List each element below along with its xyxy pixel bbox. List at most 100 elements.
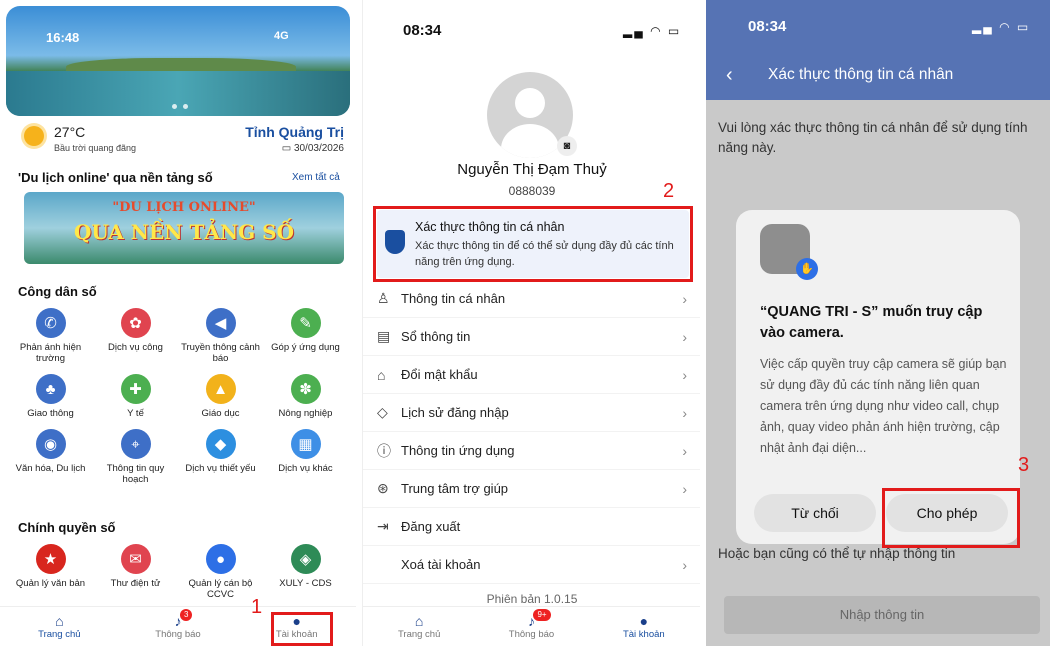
weather-condition: Bầu trời quang đãng (54, 143, 136, 153)
dialog-body: Việc cấp quyền truy cập camera sẽ giúp b… (760, 357, 1007, 455)
banner-line1: "DU LỊCH ONLINE" (112, 200, 256, 215)
service-agriculture[interactable]: ✽ Nông nghiệp (263, 374, 348, 419)
verify-screen: 08:34 ▂▄ ◠ ▭ ‹ Xác thực thông tin cá nhâ… (706, 0, 1050, 646)
back-icon[interactable]: ‹ (726, 64, 733, 87)
service-label: XULY - CDS (279, 578, 332, 589)
menu-item[interactable]: ⌂ Đổi mật khẩu › (363, 356, 700, 394)
book-icon: ▤ (377, 328, 391, 344)
current-date: ▭ 30/03/2026 (281, 143, 344, 154)
service-health[interactable]: ✚ Y tế (93, 374, 178, 419)
chevron-right-icon: › (682, 556, 687, 573)
nav-label: Tài khoản (622, 629, 665, 640)
service-label: Thư điện tử (110, 578, 161, 589)
step-number-1: 1 (251, 596, 263, 618)
service-globe[interactable]: ◉ Văn hóa, Du lịch (8, 429, 93, 485)
service-emblem[interactable]: ★ Quản lý văn bản (8, 544, 93, 600)
service-grid[interactable]: ▦ Dịch vụ khác (263, 429, 348, 485)
menu-item-label: Thông tin cá nhân (401, 291, 506, 306)
feedback-icon: ✆ (35, 308, 66, 338)
megaphone-icon: ◀ (205, 308, 236, 338)
carousel-dots[interactable] (172, 104, 188, 109)
calendar-icon: ▭ (281, 143, 294, 154)
service-graduation[interactable]: ▲ Giáo dục (178, 374, 263, 419)
nav-label: Thông báo (155, 629, 201, 640)
hero-banner[interactable]: 16:48 4G (6, 6, 350, 116)
help-icon: ⊛ (377, 480, 389, 496)
account-icon: ● (639, 613, 649, 629)
weather-widget: 27°C Bầu trời quang đãng Tỉnh Quảng Trị … (24, 124, 344, 156)
chevron-right-icon: › (682, 290, 687, 307)
chevron-right-icon: › (682, 404, 687, 421)
citizen-section-title: Công dân số (18, 284, 97, 299)
banner-line2: QUA NỀN TẢNG SỐ (73, 220, 295, 244)
shield-outline-icon: ◇ (377, 404, 388, 420)
status-time: 08:34 (403, 22, 442, 39)
status-icons: ▂▄ ◠ ▭ (972, 20, 1031, 34)
step-number-2: 2 (663, 180, 675, 202)
menu-item[interactable]: ▤ Sổ thông tin › (363, 318, 700, 356)
service-traffic[interactable]: ♣ Giao thông (8, 374, 93, 419)
menu-item[interactable]: ⓘ Thông tin ứng dụng › (363, 432, 700, 470)
home-screen: 16:48 4G 27°C Bầu trời quang đãng Tỉnh Q… (0, 0, 356, 646)
user-phone: 0888039 (508, 184, 556, 198)
service-label: Truyền thông cảnh báo (181, 342, 260, 364)
manual-entry-button[interactable]: Nhập thông tin (724, 596, 1040, 634)
intro-text: Vui lòng xác thực thông tin cá nhân để s… (718, 120, 1028, 155)
step-highlight-2 (373, 206, 693, 282)
nav-label: Trang chủ (38, 629, 81, 640)
water-icon: ◆ (205, 429, 236, 459)
menu-item-label: Sổ thông tin (401, 329, 471, 344)
traffic-icon: ♣ (35, 374, 66, 404)
menu-item[interactable]: ⊛ Trung tâm trợ giúp › (363, 470, 700, 508)
service-label: Giáo dục (201, 408, 240, 419)
menu-item[interactable]: Xoá tài khoản › (363, 546, 700, 584)
gov-section-title: Chính quyền số (18, 520, 116, 535)
emblem-icon: ★ (35, 544, 66, 574)
service-label: Quản lý văn bản (15, 578, 86, 589)
see-all-link[interactable]: Xem tất cả (292, 172, 340, 183)
globe-icon: ◉ (35, 429, 66, 459)
service-comment[interactable]: ✎ Góp ý ứng dụng (263, 308, 348, 364)
tourism-banner[interactable]: "DU LỊCH ONLINE" QUA NỀN TẢNG SỐ (24, 192, 344, 264)
nav-bell[interactable]: ♪ Thông báo 3 (119, 607, 238, 646)
service-map[interactable]: ⌖ Thông tin quy hoạch (93, 429, 178, 485)
hand-icon: ✋ (796, 258, 818, 280)
nav-label: Thông báo (508, 629, 555, 640)
logout-icon: ⇥ (377, 518, 389, 534)
camera-icon[interactable]: ◙ (557, 136, 577, 156)
service-label: Dịch vụ khác (278, 463, 333, 474)
menu-item-label: Xoá tài khoản (401, 557, 481, 572)
nav-home[interactable]: ⌂ Trang chủ (363, 607, 475, 646)
citizen-services-grid: ✆ Phản ánh hiện trường ✿ Dịch vụ công ◀ Truyề… (8, 308, 348, 485)
lock-icon: ⌂ (377, 366, 386, 383)
chevron-right-icon: › (682, 328, 687, 345)
menu-item-label: Đổi mật khẩu (401, 367, 478, 382)
graduation-icon: ▲ (205, 374, 236, 404)
province-name[interactable]: Tỉnh Quảng Trị (245, 124, 344, 140)
service-person[interactable]: ● Quản lý cán bộ CCVC (178, 544, 263, 600)
app-header: 08:34 ▂▄ ◠ ▭ ‹ Xác thực thông tin cá nhâ… (706, 0, 1050, 100)
manual-entry-text: Hoặc bạn cũng có thể tự nhập thông tin (718, 546, 956, 561)
nav-label: Trang chủ (397, 629, 441, 640)
menu-item[interactable]: ⇥ Đăng xuất (363, 508, 700, 546)
service-megaphone[interactable]: ◀ Truyền thông cảnh báo (178, 308, 263, 364)
service-water[interactable]: ◆ Dịch vụ thiết yếu (178, 429, 263, 485)
sea-image (6, 71, 350, 116)
service-label: Dịch vụ công (108, 342, 163, 353)
service-cds-logo[interactable]: ◈ XULY - CDS (263, 544, 348, 600)
service-public-service[interactable]: ✿ Dịch vụ công (93, 308, 178, 364)
deny-button[interactable]: Từ chối (754, 494, 876, 532)
app-version: Phiên bản 1.0.15 (486, 592, 578, 606)
menu-item-label: Đăng xuất (401, 519, 461, 534)
service-mail[interactable]: ✉ Thư điện tử (93, 544, 178, 600)
menu-item[interactable]: ◇ Lịch sử đăng nhập › (363, 394, 700, 432)
person-icon: ● (205, 544, 236, 574)
menu-item[interactable]: ♙ Thông tin cá nhân › (363, 280, 700, 318)
map-icon: ⌖ (120, 429, 151, 459)
nav-home[interactable]: ⌂ Trang chủ (0, 607, 119, 646)
service-label: Phản ánh hiện trường (19, 342, 82, 364)
nav-account[interactable]: ● Tài khoản (588, 607, 700, 646)
nav-bell[interactable]: ♪ Thông báo 9+ (475, 607, 587, 646)
service-feedback[interactable]: ✆ Phản ánh hiện trường (8, 308, 93, 364)
bottom-nav: ⌂ Trang chủ ♪ Thông báo 9+ ● Tài khoản (363, 606, 700, 646)
